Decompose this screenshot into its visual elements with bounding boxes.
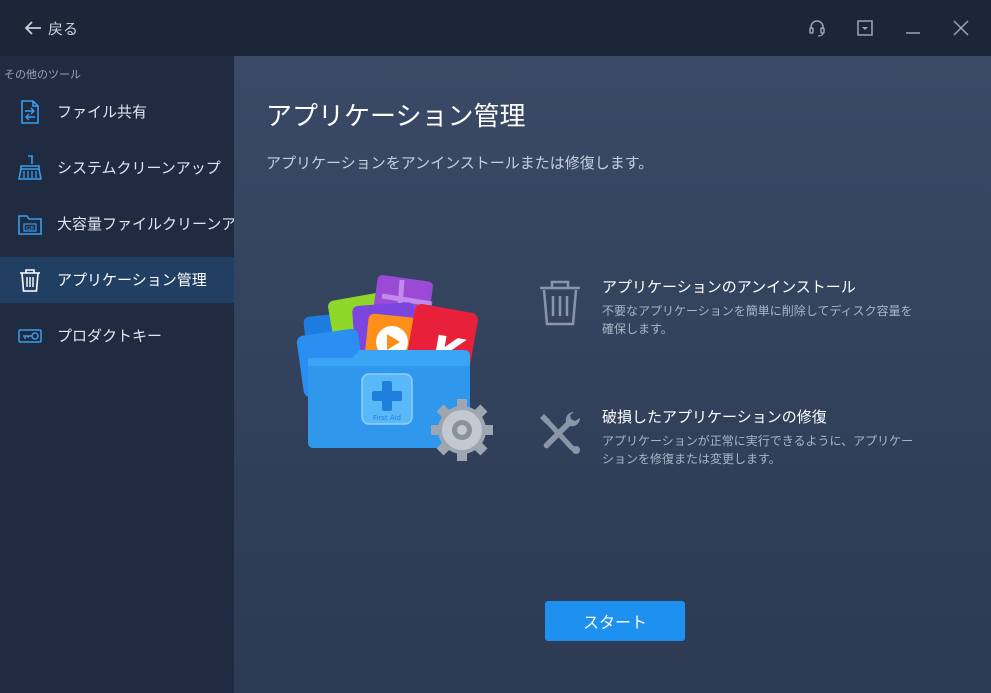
close-button[interactable] <box>947 14 975 42</box>
sidebar-item-app-management[interactable]: アプリケーション管理 <box>0 257 234 303</box>
sidebar-item-label: ファイル共有 <box>57 103 148 121</box>
sidebar-heading: その他のツール <box>4 68 81 81</box>
file-share-icon <box>21 100 39 124</box>
gb-folder-icon: GB <box>18 215 42 235</box>
trash-icon <box>20 269 40 292</box>
start-button[interactable]: スタート <box>545 601 685 641</box>
key-icon <box>18 329 42 343</box>
feature-uninstall: アプリケーションのアンインストール 不要なアプリケーションを簡単に削除してディス… <box>534 276 954 346</box>
sidebar-item-file-share[interactable]: ファイル共有 <box>0 89 234 135</box>
page-subtitle: アプリケーションをアンインストールまたは修復します。 <box>266 154 654 172</box>
trash-icon <box>540 280 580 326</box>
hero-folder-label: First Aid <box>373 414 401 422</box>
support-button[interactable] <box>803 14 831 42</box>
dropdown-icon <box>857 20 873 36</box>
feature-title: アプリケーションのアンインストール <box>602 278 856 296</box>
close-icon <box>953 20 969 36</box>
page-title: アプリケーション管理 <box>266 102 526 132</box>
feature-description: 不要なアプリケーションを簡単に削除してディスク容量を確保します。 <box>602 304 913 336</box>
sidebar-item-label: アプリケーション管理 <box>57 271 207 289</box>
minimize-icon <box>906 32 920 34</box>
arrow-left-icon <box>24 21 41 35</box>
sidebar-item-large-file-cleanup[interactable]: GB 大容量ファイルクリーンアップ <box>0 201 266 247</box>
feature-repair: 破損したアプリケーションの修復 アプリケーションが正常に実行できるように、アプリ… <box>534 406 954 476</box>
sidebar: その他のツール ファイル共有 システムクリーンアップ GB 大容量ファイルクリー… <box>0 56 266 693</box>
repair-tools-icon <box>540 411 581 454</box>
minimize-button[interactable] <box>899 14 927 42</box>
app-folder-icon: K e First Aid <box>296 275 493 461</box>
sidebar-item-label: システムクリーンアップ <box>57 159 221 177</box>
sidebar-item-product-key[interactable]: プロダクトキー <box>0 313 234 359</box>
menu-dropdown-button[interactable] <box>851 14 879 42</box>
back-label: 戻る <box>48 19 79 38</box>
svg-text:GB: GB <box>26 226 34 232</box>
sidebar-item-label: プロダクトキー <box>57 327 163 345</box>
title-bar: 戻る <box>0 0 991 56</box>
feature-title: 破損したアプリケーションの修復 <box>602 408 827 426</box>
main-panel: アプリケーション管理 アプリケーションをアンインストールまたは修復します。 K … <box>234 56 991 693</box>
sidebar-item-system-cleanup[interactable]: システムクリーンアップ <box>0 145 234 191</box>
app-window: 戻る その他のツール ファイル共有 システムクリーンアップ GB 大容量ファイル… <box>0 0 991 693</box>
headset-icon <box>809 20 825 37</box>
broom-icon <box>18 155 42 180</box>
feature-description: アプリケーションが正常に実行できるように、アプリケーションを修復または変更します… <box>602 434 914 466</box>
back-button[interactable]: 戻る <box>24 15 78 41</box>
